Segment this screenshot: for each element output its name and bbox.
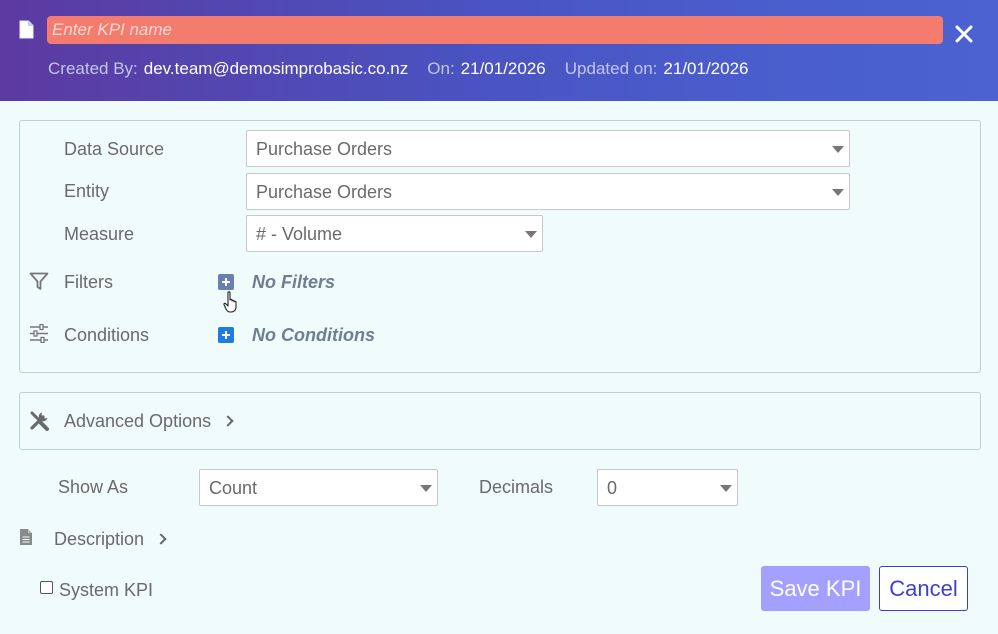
chevron-down-icon <box>420 485 432 492</box>
document-icon <box>20 529 32 545</box>
chevron-down-icon <box>720 485 732 492</box>
hand-pointer-icon <box>223 291 237 313</box>
updated-on-value: 21/01/2026 <box>663 59 749 78</box>
kpi-config-panel: Data Source Purchase Orders Entity Purch… <box>19 120 981 373</box>
description-label: Description <box>54 529 145 549</box>
sliders-icon <box>30 324 48 343</box>
chevron-right-icon <box>222 415 234 427</box>
document-icon <box>19 20 34 39</box>
measure-label: Measure <box>64 224 135 244</box>
filter-icon <box>29 272 49 290</box>
data-source-select[interactable]: Purchase Orders <box>246 130 850 167</box>
decimals-value: 0 <box>607 478 618 498</box>
chevron-right-icon <box>155 533 167 545</box>
chevron-down-icon <box>832 189 844 196</box>
decimals-select[interactable]: 0 <box>597 469 738 506</box>
add-filter-button[interactable] <box>218 274 234 290</box>
show-as-select[interactable]: Count <box>199 469 438 506</box>
created-on-value: 21/01/2026 <box>460 59 546 78</box>
filters-label: Filters <box>64 272 113 292</box>
kpi-name-input[interactable] <box>47 16 943 44</box>
close-icon[interactable] <box>953 22 975 46</box>
system-kpi-label: System KPI <box>59 580 154 600</box>
chevron-down-icon <box>832 146 844 153</box>
created-by-label: Created By: <box>48 59 138 78</box>
no-filters-text: No Filters <box>252 272 336 292</box>
data-source-value: Purchase Orders <box>256 139 393 159</box>
no-conditions-text: No Conditions <box>252 325 375 345</box>
created-on-label: On: <box>427 59 455 78</box>
measure-value: # - Volume <box>256 224 343 244</box>
updated-on-label: Updated on: <box>564 59 658 78</box>
advanced-options-label: Advanced Options <box>64 411 212 431</box>
dialog-header: Created By: dev.team@demosimprobasic.co.n… <box>0 0 998 101</box>
chevron-down-icon <box>525 231 537 238</box>
description-toggle[interactable]: Description <box>18 526 178 552</box>
cancel-button[interactable]: Cancel <box>879 566 968 611</box>
system-kpi-checkbox[interactable] <box>40 581 53 594</box>
entity-label: Entity <box>64 181 110 201</box>
data-source-label: Data Source <box>64 139 165 159</box>
conditions-label: Conditions <box>64 325 150 345</box>
entity-select[interactable]: Purchase Orders <box>246 173 850 210</box>
show-as-label: Show As <box>58 477 129 497</box>
created-by-value: dev.team@demosimprobasic.co.nz <box>143 59 409 78</box>
save-kpi-button[interactable]: Save KPI <box>761 566 870 611</box>
decimals-label: Decimals <box>479 477 554 497</box>
kpi-metadata: Created By: dev.team@demosimprobasic.co.n… <box>48 59 749 79</box>
tools-icon <box>30 411 49 431</box>
measure-select[interactable]: # - Volume <box>246 215 543 252</box>
add-condition-button[interactable] <box>218 327 234 343</box>
show-as-value: Count <box>209 478 258 498</box>
entity-value: Purchase Orders <box>256 182 393 202</box>
advanced-options-toggle[interactable]: Advanced Options <box>19 392 981 450</box>
